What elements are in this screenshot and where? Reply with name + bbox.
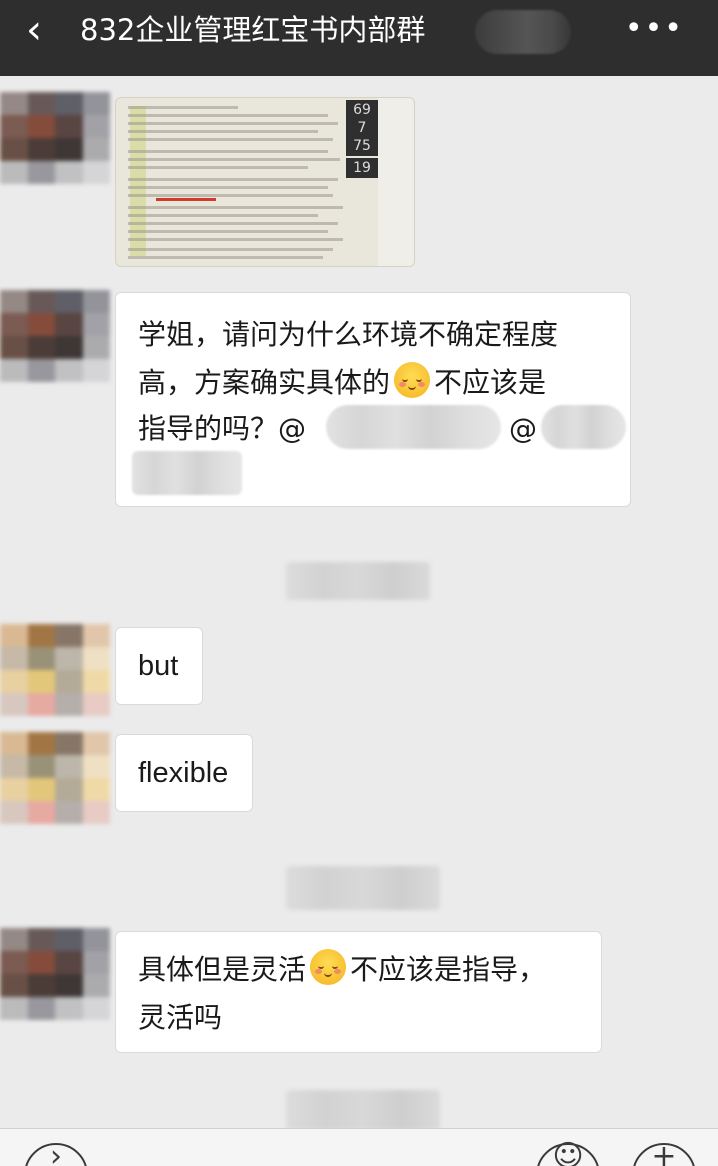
message-line: 指导的吗？@ <box>138 405 306 453</box>
message-line: 具体但是灵活 不应该是指导， <box>138 946 546 994</box>
system-time-label <box>286 866 440 910</box>
blush-smile-emoji-icon <box>394 362 431 398</box>
voice-icon[interactable]: › <box>24 1142 88 1166</box>
plus-icon[interactable]: + <box>632 1142 696 1166</box>
message-text: but <box>138 650 179 682</box>
message-line: 高，方案确实具体的 不应该是 <box>138 359 546 407</box>
message-text: flexible <box>138 757 229 789</box>
message-text: 不应该是 <box>434 366 547 399</box>
message-bubble[interactable]: 具体但是灵活 不应该是指导， 灵活吗 <box>115 931 602 1053</box>
avatar[interactable] <box>0 732 110 824</box>
message-line: 灵活吗 <box>138 1001 223 1034</box>
page-number: 75 <box>346 136 378 156</box>
system-time-label <box>286 1090 440 1130</box>
input-bar: › ☺ + <box>0 1128 718 1166</box>
page-number: 19 <box>346 158 378 178</box>
message-bubble[interactable]: flexible <box>115 734 253 812</box>
message-text: 具体但是灵活 <box>138 953 307 986</box>
mention-prefix: 指导的吗？@ <box>138 412 307 445</box>
red-underline <box>156 198 216 201</box>
avatar[interactable] <box>0 290 110 382</box>
message-text: 高，方案确实具体的 <box>138 366 391 399</box>
blush-smile-emoji-icon <box>310 949 347 985</box>
blurred-mention <box>132 451 242 495</box>
message-bubble[interactable]: 学姐，请问为什么环境不确定程度 高，方案确实具体的 不应该是 指导的吗？@ @ <box>115 292 631 507</box>
more-dots-icon[interactable]: ••• <box>625 14 684 44</box>
message-text: 不应该是指导， <box>350 953 547 986</box>
page-number: 69 <box>346 100 378 120</box>
blurred-mention <box>541 405 626 449</box>
top-bar: ‹ 832企业管理红宝书内部群 ••• <box>0 0 718 76</box>
highlight-strip <box>130 106 146 256</box>
message-bubble[interactable]: but <box>115 627 203 705</box>
emoji-picker-icon[interactable]: ☺ <box>536 1142 600 1166</box>
avatar[interactable] <box>0 928 110 1020</box>
chevron-left-icon[interactable]: ‹ <box>26 10 56 50</box>
chat-title: 832企业管理红宝书内部群 <box>80 13 426 47</box>
title-blurred-count <box>475 10 571 54</box>
page-number: 7 <box>346 118 378 138</box>
right-page <box>378 98 414 266</box>
message-line: 学姐，请问为什么环境不确定程度 <box>138 318 559 351</box>
avatar[interactable] <box>0 92 110 184</box>
system-time-label <box>286 562 430 600</box>
image-message[interactable]: 69 7 75 19 <box>115 97 415 267</box>
mention-at: @ <box>509 412 537 445</box>
avatar[interactable] <box>0 624 110 716</box>
blurred-mention <box>326 405 501 449</box>
